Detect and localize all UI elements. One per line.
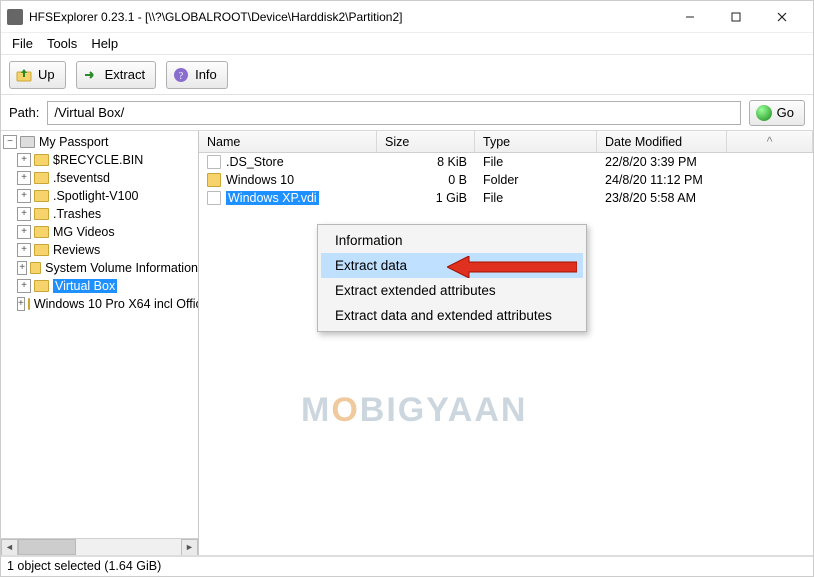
go-icon: [756, 105, 772, 121]
folder-icon: [34, 280, 49, 292]
folder-icon: [207, 173, 221, 187]
table-row[interactable]: Windows 100 BFolder24/8/20 11:12 PM: [199, 171, 813, 189]
tree-item[interactable]: +MG Videos: [3, 223, 198, 241]
go-label: Go: [777, 105, 794, 120]
up-label: Up: [38, 67, 55, 82]
tree-item[interactable]: +Virtual Box: [3, 277, 198, 295]
extract-label: Extract: [105, 67, 145, 82]
maximize-button[interactable]: [713, 1, 759, 33]
path-label: Path:: [9, 105, 39, 120]
folder-icon: [34, 172, 49, 184]
menu-help[interactable]: Help: [84, 34, 125, 53]
tree-item[interactable]: +System Volume Information: [3, 259, 198, 277]
folder-icon: [28, 298, 30, 310]
svg-text:?: ?: [179, 71, 184, 82]
context-menu-item[interactable]: Extract data: [321, 253, 583, 278]
col-size[interactable]: Size: [377, 131, 475, 152]
tree-item[interactable]: +Windows 10 Pro X64 incl Office 2019: [3, 295, 198, 313]
tree-item[interactable]: +.Spotlight-V100: [3, 187, 198, 205]
titlebar: HFSExplorer 0.23.1 - [\\?\GLOBALROOT\Dev…: [1, 1, 813, 33]
tree-root[interactable]: −My Passport: [3, 133, 198, 151]
tree-item[interactable]: +.fseventsd: [3, 169, 198, 187]
col-sort-indicator[interactable]: ^: [727, 131, 813, 152]
column-headers: Name Size Type Date Modified ^: [199, 131, 813, 153]
status-bar: 1 object selected (1.64 GiB): [1, 556, 813, 576]
file-list: Name Size Type Date Modified ^ .DS_Store…: [199, 131, 813, 555]
tree-item[interactable]: +.Trashes: [3, 205, 198, 223]
context-menu-item[interactable]: Extract data and extended attributes: [321, 303, 583, 328]
scroll-right-icon[interactable]: ►: [181, 539, 198, 556]
watermark: MOBIGYAAN: [301, 391, 527, 430]
window-controls: [667, 1, 805, 33]
tree-item[interactable]: +$RECYCLE.BIN: [3, 151, 198, 169]
main-area: −My Passport+$RECYCLE.BIN+.fseventsd+.Sp…: [1, 131, 813, 556]
menu-file[interactable]: File: [5, 34, 40, 53]
tree-hscrollbar[interactable]: ◄ ►: [1, 538, 198, 555]
info-icon: ?: [173, 67, 189, 83]
col-date[interactable]: Date Modified: [597, 131, 727, 152]
extract-icon: [83, 67, 99, 83]
table-row[interactable]: Windows XP.vdi1 GiBFile23/8/20 5:58 AM: [199, 189, 813, 207]
folder-icon: [34, 154, 49, 166]
toolbar: Up Extract ? Info: [1, 55, 813, 95]
folder-tree[interactable]: −My Passport+$RECYCLE.BIN+.fseventsd+.Sp…: [1, 131, 199, 555]
path-input[interactable]: [47, 101, 740, 125]
context-menu-item[interactable]: Extract extended attributes: [321, 278, 583, 303]
folder-icon: [34, 190, 49, 202]
scroll-thumb[interactable]: [18, 539, 76, 555]
context-menu: InformationExtract dataExtract extended …: [317, 224, 587, 332]
folder-icon: [34, 244, 49, 256]
window-title: HFSExplorer 0.23.1 - [\\?\GLOBALROOT\Dev…: [29, 10, 402, 24]
minimize-button[interactable]: [667, 1, 713, 33]
menu-tools[interactable]: Tools: [40, 34, 84, 53]
file-icon: [207, 155, 221, 169]
table-row[interactable]: .DS_Store8 KiBFile22/8/20 3:39 PM: [199, 153, 813, 171]
col-type[interactable]: Type: [475, 131, 597, 152]
folder-icon: [30, 262, 41, 274]
scroll-left-icon[interactable]: ◄: [1, 539, 18, 556]
path-row: Path: Go: [1, 95, 813, 131]
folder-icon: [34, 226, 49, 238]
info-label: Info: [195, 67, 217, 82]
go-button[interactable]: Go: [749, 100, 805, 126]
info-button[interactable]: ? Info: [166, 61, 228, 89]
close-button[interactable]: [759, 1, 805, 33]
extract-button[interactable]: Extract: [76, 61, 156, 89]
file-icon: [207, 191, 221, 205]
folder-icon: [34, 208, 49, 220]
context-menu-item[interactable]: Information: [321, 228, 583, 253]
up-icon: [16, 67, 32, 83]
up-button[interactable]: Up: [9, 61, 66, 89]
drive-icon: [20, 136, 35, 148]
tree-item[interactable]: +Reviews: [3, 241, 198, 259]
menubar: File Tools Help: [1, 33, 813, 55]
app-icon: [7, 9, 23, 25]
col-name[interactable]: Name: [199, 131, 377, 152]
